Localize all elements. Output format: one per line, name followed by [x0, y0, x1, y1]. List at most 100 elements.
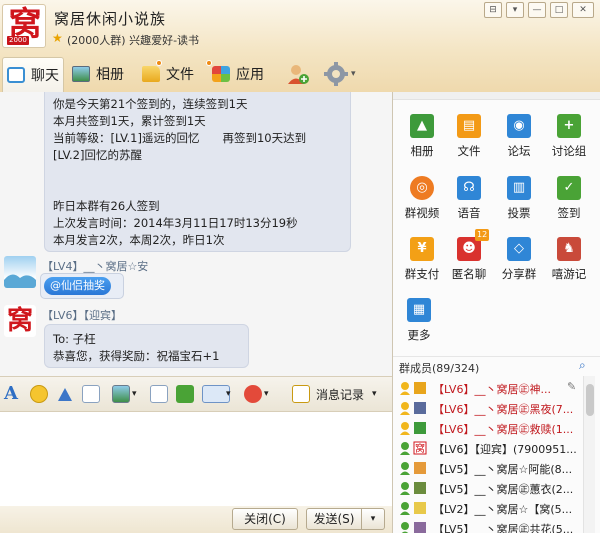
- app-album[interactable]: ▲ 相册: [397, 114, 447, 172]
- gear-icon: [324, 61, 348, 86]
- font-icon[interactable]: A: [4, 385, 22, 403]
- app-more[interactable]: ▦ 更多: [394, 298, 444, 356]
- app-discussion[interactable]: + 讨论组: [544, 114, 594, 172]
- album-icon: ▲: [410, 114, 434, 138]
- minimize-button[interactable]: —: [528, 2, 546, 18]
- checkin-line: [LV.2]回忆的苏醒: [53, 148, 142, 162]
- chevron-down-icon: ▾: [351, 68, 356, 79]
- app-game[interactable]: ♞ 嘻游记: [544, 237, 594, 295]
- tab-files[interactable]: 文件: [142, 57, 208, 90]
- send-button[interactable]: 发送(S): [306, 508, 362, 530]
- checkin-line: 本月共签到1天，累计签到1天: [53, 114, 206, 128]
- share-icon: ◇: [507, 237, 531, 261]
- vote-icon: ▥: [507, 176, 531, 200]
- maximize-button[interactable]: □: [550, 2, 568, 18]
- group-logo[interactable]: 窝 2000: [2, 4, 46, 48]
- app-group-video[interactable]: ◎ 群视频: [397, 176, 447, 234]
- checkin-icon: ✓: [557, 176, 581, 200]
- chevron-down-icon[interactable]: ▾: [226, 389, 231, 399]
- member-level: 【LV6】: [433, 443, 475, 456]
- member-row[interactable]: 窝 【LV6】【迎宾】(7900951...: [399, 438, 581, 458]
- member-level: 【LV5】: [433, 523, 475, 533]
- app-share-group[interactable]: ◇ 分享群: [494, 237, 544, 295]
- member-row[interactable]: 【LV2】__丶窝居☆【窝(5...: [399, 498, 581, 518]
- member-row[interactable]: 【LV6】__丶窝居㊣黑夜(7...: [399, 398, 581, 418]
- svg-text:窝: 窝: [415, 442, 425, 455]
- magic-icon[interactable]: [56, 385, 74, 403]
- search-icon[interactable]: ⌕: [579, 358, 586, 373]
- app-group-pay[interactable]: ¥ 群支付: [397, 237, 447, 295]
- close-window-button[interactable]: ✕: [572, 2, 594, 18]
- message-list[interactable]: 你是今天第21个签到的，连续签到1天 本月共签到1天，累计签到1天 当前等级：[…: [0, 92, 392, 376]
- message-input[interactable]: [0, 412, 392, 506]
- group-name[interactable]: 窝居休闲小说族: [54, 8, 166, 29]
- emoji-icon[interactable]: [30, 385, 48, 403]
- tab-chat[interactable]: 聊天: [2, 57, 64, 92]
- member-nick: __丶窝居㊣神...: [474, 383, 551, 396]
- apps-icon: [206, 59, 230, 82]
- edit-icon[interactable]: ✎: [567, 380, 576, 393]
- app-file[interactable]: ▤ 文件: [444, 114, 494, 172]
- shake-icon[interactable]: [82, 385, 100, 403]
- dropdown-icon[interactable]: ▾: [506, 2, 524, 18]
- avatar-glyph: 窝: [6, 306, 33, 336]
- close-button[interactable]: 关闭(C): [232, 508, 298, 530]
- logo-year: 2000: [7, 36, 29, 45]
- group-side-panel: ▲ 相册 ▤ 文件 ◉ 论坛 + 讨论组 ◎ 群视频 ☊ 语音 ▥ 投票 ✓ 签…: [392, 92, 600, 533]
- message-sender[interactable]: 【LV4】__丶窝居☆安: [42, 258, 148, 274]
- member-row[interactable]: 【LV5】__丶窝居㊣蕙衣(2...: [399, 478, 581, 498]
- note-icon[interactable]: [150, 385, 168, 403]
- member-list-scrollbar[interactable]: [583, 376, 595, 533]
- image-icon[interactable]: [112, 385, 130, 403]
- history-icon[interactable]: [292, 385, 310, 403]
- tab-photos-label: 相册: [96, 66, 124, 83]
- member-nick: __丶窝居㊣蕙衣(2...: [474, 483, 574, 496]
- tab-photos[interactable]: 相册: [72, 57, 138, 90]
- app-label: 相册: [410, 144, 434, 158]
- avatar[interactable]: 窝: [4, 305, 36, 337]
- member-count: 群成员(89/324): [399, 362, 480, 375]
- member-row[interactable]: 【LV6】__丶窝居㊣神...: [399, 378, 581, 398]
- settings-button[interactable]: ▾: [324, 57, 364, 90]
- member-name: 【LV5】__丶窝居㊣蕙衣(2...: [433, 481, 573, 497]
- chevron-down-icon[interactable]: ▾: [372, 389, 377, 399]
- member-row[interactable]: 【LV5】__丶窝居㊣共花(5...: [399, 518, 581, 533]
- chevron-down-icon[interactable]: ▾: [132, 389, 137, 399]
- message-bubble: To: 子枉 恭喜您，获得奖励：祝福宝石+1: [44, 324, 249, 368]
- video-icon: ◎: [410, 176, 434, 200]
- member-icons: 窝: [399, 441, 429, 455]
- tab-apps[interactable]: 应用: [206, 57, 278, 90]
- member-level: 【LV6】: [433, 403, 475, 416]
- photo-icon: [72, 65, 90, 82]
- app-voice[interactable]: ☊ 语音: [444, 176, 494, 234]
- send-options-button[interactable]: ▾: [361, 508, 385, 530]
- app-vote[interactable]: ▥ 投票: [494, 176, 544, 234]
- more-icon: ▦: [407, 298, 431, 322]
- panel-handle[interactable]: [393, 92, 600, 100]
- input-toolbar: A ▾ ▾ ▾ 消息记录 ▾: [0, 376, 392, 412]
- message-history-button[interactable]: 消息记录: [316, 386, 364, 403]
- lottery-card[interactable]: @仙侣抽奖: [44, 277, 111, 295]
- music-icon[interactable]: [176, 385, 194, 403]
- checkin-message-bubble: 你是今天第21个签到的，连续签到1天 本月共签到1天，累计签到1天 当前等级：[…: [44, 92, 351, 252]
- message-sender[interactable]: 【LV6】【迎宾】: [42, 307, 122, 323]
- member-row[interactable]: 【LV5】__丶窝居☆阿能(8...: [399, 458, 581, 478]
- member-row[interactable]: 【LV6】__丶窝居㊣救赎(1...: [399, 418, 581, 438]
- message-bubble: @仙侣抽奖: [40, 273, 124, 299]
- divider: [393, 356, 600, 357]
- member-name: 【LV6】__丶窝居㊣救赎(1...: [433, 421, 573, 437]
- add-member-button[interactable]: [286, 57, 314, 90]
- app-anonymous-chat[interactable]: ☻ 12 匿名聊: [444, 229, 494, 295]
- group-subtitle: (2000人群) 兴趣爱好-读书: [67, 34, 200, 47]
- avatar[interactable]: [4, 256, 36, 288]
- skin-icon[interactable]: ⊟: [484, 2, 502, 18]
- member-level: 【LV5】: [433, 463, 475, 476]
- red-packet-icon[interactable]: [244, 385, 262, 403]
- app-label: 分享群: [501, 267, 537, 281]
- app-checkin[interactable]: ✓ 签到: [544, 176, 594, 234]
- scrollbar-thumb[interactable]: [586, 384, 594, 416]
- app-label: 讨论组: [551, 144, 587, 158]
- app-forum[interactable]: ◉ 论坛: [494, 114, 544, 172]
- app-label: 匿名聊: [451, 267, 487, 281]
- chevron-down-icon[interactable]: ▾: [264, 389, 269, 399]
